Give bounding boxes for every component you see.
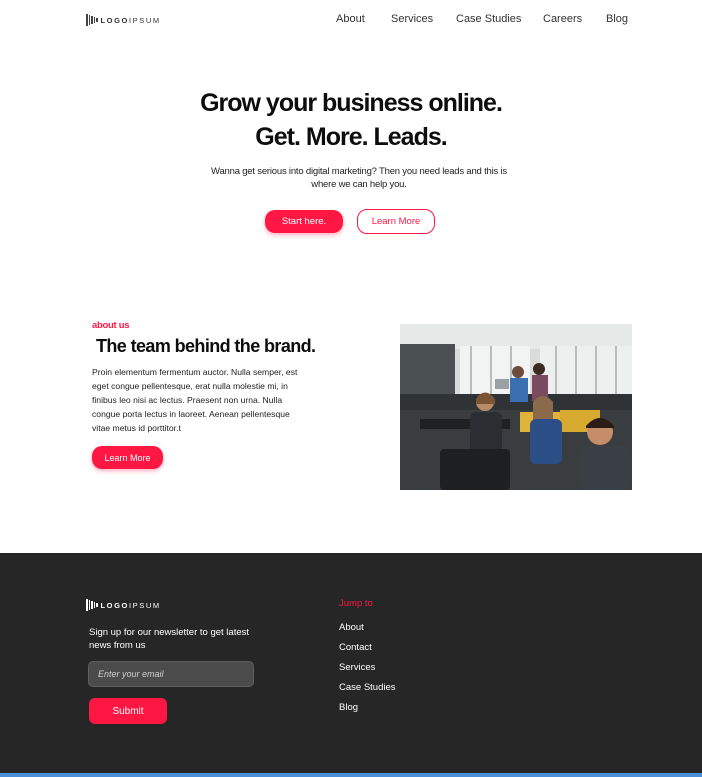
nav-services[interactable]: Services — [391, 13, 433, 25]
hero-title-line1: Grow your business online. — [200, 89, 503, 117]
submit-button[interactable]: Submit — [89, 698, 167, 724]
footer-link-contact[interactable]: Contact — [339, 642, 372, 653]
hero-subtitle: Wanna get serious into digital marketing… — [211, 166, 507, 190]
newsletter-text: Sign up for our newsletter to get latest… — [89, 627, 250, 651]
footer-link-about[interactable]: About — [339, 622, 364, 633]
footer-logo[interactable]: LOGOIPSUM — [86, 599, 161, 611]
nav-about[interactable]: About — [336, 13, 365, 25]
footer-link-blog[interactable]: Blog — [339, 702, 358, 713]
jump-to-heading: Jump to — [339, 598, 373, 609]
about-learn-more-button[interactable]: Learn More — [92, 446, 163, 469]
logo[interactable]: LOGOIPSUM — [86, 14, 161, 26]
team-office-photo — [400, 324, 632, 490]
logo-bars-icon — [86, 599, 98, 611]
about-body: Proin elementum fermentum auctor. Nulla … — [92, 367, 298, 433]
nav-careers[interactable]: Careers — [543, 13, 582, 25]
nav-case-studies[interactable]: Case Studies — [456, 13, 521, 25]
hero-title-line2: Get. More. Leads. — [255, 123, 447, 151]
nav-blog[interactable]: Blog — [606, 13, 628, 25]
email-input[interactable]: Enter your email — [88, 661, 254, 687]
start-here-button[interactable]: Start here. — [265, 210, 343, 233]
about-title: The team behind the brand. — [96, 336, 316, 356]
footer-bottom-border — [0, 773, 702, 777]
site-header: LOGOIPSUM About Services Case Studies Ca… — [0, 0, 702, 42]
about-eyebrow: about us — [92, 320, 130, 331]
logo-bars-icon — [86, 14, 98, 26]
footer-link-case-studies[interactable]: Case Studies — [339, 682, 396, 693]
logo-wordmark: LOGOIPSUM — [100, 600, 161, 610]
footer-link-services[interactable]: Services — [339, 662, 375, 673]
hero-learn-more-button[interactable]: Learn More — [357, 209, 435, 234]
logo-wordmark: LOGOIPSUM — [100, 15, 161, 25]
